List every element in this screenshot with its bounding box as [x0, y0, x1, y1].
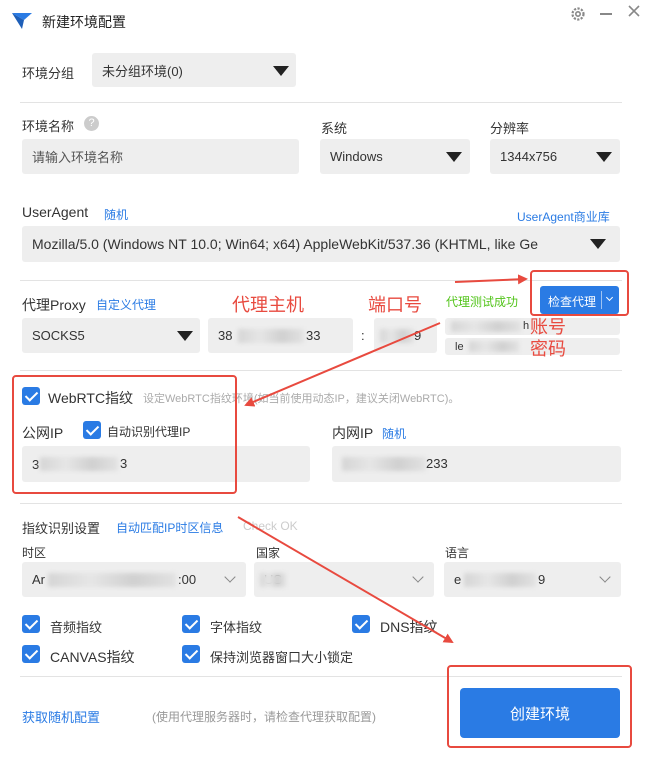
- annotation-arrow: [244, 322, 441, 407]
- annotation-arrow: [454, 274, 528, 285]
- annotation-arrows: [237, 274, 528, 644]
- annotation-arrow: [237, 516, 454, 644]
